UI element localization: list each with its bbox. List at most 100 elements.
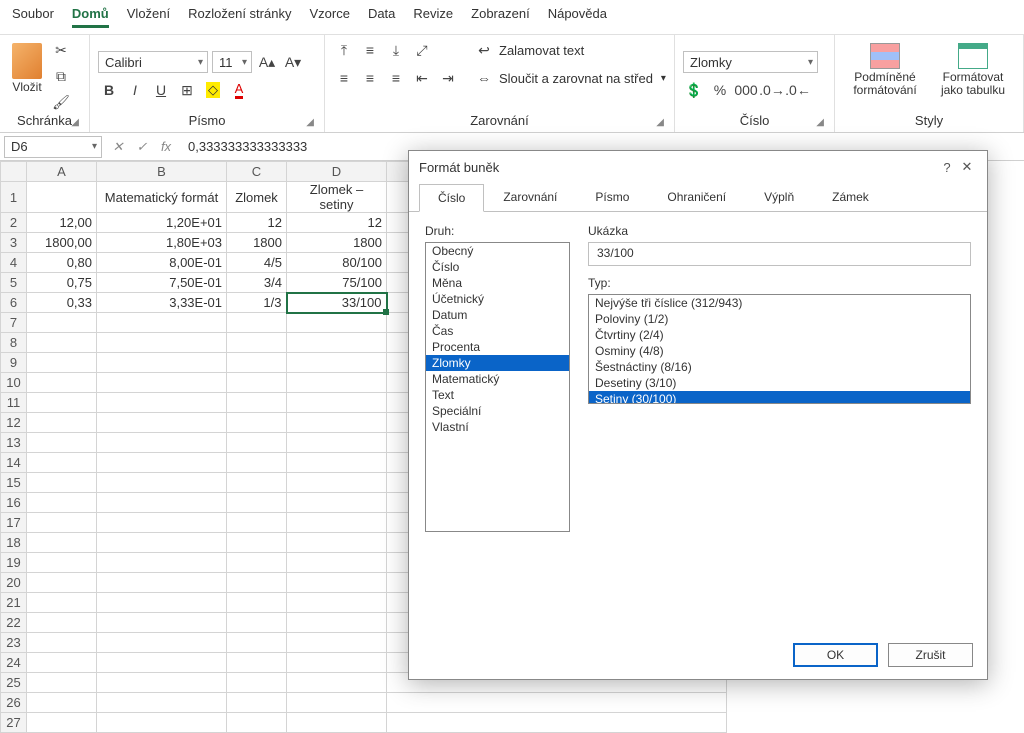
menu-revize[interactable]: Revize: [413, 6, 453, 28]
decrease-indent-button[interactable]: ⇤: [411, 67, 433, 89]
menu-domů[interactable]: Domů: [72, 6, 109, 28]
cell-B17[interactable]: [97, 513, 227, 533]
row-header-3[interactable]: 3: [1, 233, 27, 253]
cell-A8[interactable]: [27, 333, 97, 353]
align-middle-button[interactable]: ≡: [359, 39, 381, 61]
dialog-tab-1[interactable]: Zarovnání: [484, 183, 576, 211]
row-header-12[interactable]: 12: [1, 413, 27, 433]
category-item-8[interactable]: Matematický: [426, 371, 569, 387]
cell-C22[interactable]: [227, 613, 287, 633]
cut-button[interactable]: ✂: [50, 39, 72, 61]
cell-B5[interactable]: 7,50E-01: [97, 273, 227, 293]
cell-A22[interactable]: [27, 613, 97, 633]
cell-B8[interactable]: [97, 333, 227, 353]
cell-A23[interactable]: [27, 633, 97, 653]
row-header-25[interactable]: 25: [1, 673, 27, 693]
cell-C5[interactable]: 3/4: [227, 273, 287, 293]
menu-rozložení stránky[interactable]: Rozložení stránky: [188, 6, 291, 28]
menu-vložení[interactable]: Vložení: [127, 6, 170, 28]
row-header-8[interactable]: 8: [1, 333, 27, 353]
cell-B27[interactable]: [97, 713, 227, 733]
increase-indent-button[interactable]: ⇥: [437, 67, 459, 89]
dialog-tab-2[interactable]: Písmo: [576, 183, 648, 211]
cell-D11[interactable]: [287, 393, 387, 413]
cell-A4[interactable]: 0,80: [27, 253, 97, 273]
cancel-button[interactable]: Zrušit: [888, 643, 973, 667]
cell-B20[interactable]: [97, 573, 227, 593]
menu-soubor[interactable]: Soubor: [12, 6, 54, 28]
cell-B25[interactable]: [97, 673, 227, 693]
cell-B1[interactable]: Matematický formát: [97, 182, 227, 213]
cell-D21[interactable]: [287, 593, 387, 613]
orientation-button[interactable]: ⤢: [411, 39, 433, 61]
cell-A11[interactable]: [27, 393, 97, 413]
cell-C16[interactable]: [227, 493, 287, 513]
row-header-10[interactable]: 10: [1, 373, 27, 393]
cell-D12[interactable]: [287, 413, 387, 433]
cell-D1[interactable]: Zlomek – setiny: [287, 182, 387, 213]
borders-button[interactable]: ⊞: [176, 79, 198, 101]
type-item-2[interactable]: Čtvrtiny (2/4): [589, 327, 970, 343]
type-item-3[interactable]: Osminy (4/8): [589, 343, 970, 359]
category-item-11[interactable]: Vlastní: [426, 419, 569, 435]
row-header-6[interactable]: 6: [1, 293, 27, 313]
cell-A24[interactable]: [27, 653, 97, 673]
cell-D8[interactable]: [287, 333, 387, 353]
type-item-0[interactable]: Nejvýše tři číslice (312/943): [589, 295, 970, 311]
category-item-3[interactable]: Účetnický: [426, 291, 569, 307]
row-header-20[interactable]: 20: [1, 573, 27, 593]
cell-D5[interactable]: 75/100: [287, 273, 387, 293]
cell-A26[interactable]: [27, 693, 97, 713]
category-item-7[interactable]: Zlomky: [426, 355, 569, 371]
cell-C7[interactable]: [227, 313, 287, 333]
cell-C11[interactable]: [227, 393, 287, 413]
cell-B23[interactable]: [97, 633, 227, 653]
row-header-14[interactable]: 14: [1, 453, 27, 473]
help-button[interactable]: ?: [937, 160, 957, 175]
cell-D23[interactable]: [287, 633, 387, 653]
cancel-formula-icon[interactable]: ✕: [106, 139, 130, 155]
increase-font-icon[interactable]: A▴: [256, 51, 278, 73]
cell-C13[interactable]: [227, 433, 287, 453]
cell-D26[interactable]: [287, 693, 387, 713]
row-header-24[interactable]: 24: [1, 653, 27, 673]
category-listbox[interactable]: ObecnýČísloMěnaÚčetnickýDatumČasProcenta…: [425, 242, 570, 532]
row-header-7[interactable]: 7: [1, 313, 27, 333]
cell-C2[interactable]: 12: [227, 213, 287, 233]
fx-icon[interactable]: fx: [154, 139, 178, 154]
font-size-combo[interactable]: 11: [212, 51, 252, 73]
cell-B13[interactable]: [97, 433, 227, 453]
row-header-2[interactable]: 2: [1, 213, 27, 233]
cell-C18[interactable]: [227, 533, 287, 553]
dialog-tab-5[interactable]: Zámek: [813, 183, 888, 211]
decrease-font-icon[interactable]: A▾: [282, 51, 304, 73]
font-color-button[interactable]: A: [228, 79, 250, 101]
cell-C10[interactable]: [227, 373, 287, 393]
merge-center-button[interactable]: ⇔Sloučit a zarovnat na střed▾: [473, 67, 666, 89]
category-item-1[interactable]: Číslo: [426, 259, 569, 275]
cell-B21[interactable]: [97, 593, 227, 613]
cell-C1[interactable]: Zlomek: [227, 182, 287, 213]
row-header-17[interactable]: 17: [1, 513, 27, 533]
row-header-22[interactable]: 22: [1, 613, 27, 633]
cell-A14[interactable]: [27, 453, 97, 473]
italic-button[interactable]: I: [124, 79, 146, 101]
cell-B15[interactable]: [97, 473, 227, 493]
cell-D16[interactable]: [287, 493, 387, 513]
cell-A10[interactable]: [27, 373, 97, 393]
cell-B10[interactable]: [97, 373, 227, 393]
cell-C27[interactable]: [227, 713, 287, 733]
percent-button[interactable]: %: [709, 79, 731, 101]
cell-A12[interactable]: [27, 413, 97, 433]
cell-A15[interactable]: [27, 473, 97, 493]
cell-C4[interactable]: 4/5: [227, 253, 287, 273]
cell-D10[interactable]: [287, 373, 387, 393]
cell-E26[interactable]: [387, 693, 727, 713]
cell-D27[interactable]: [287, 713, 387, 733]
cell-C24[interactable]: [227, 653, 287, 673]
row-header-11[interactable]: 11: [1, 393, 27, 413]
number-format-combo[interactable]: Zlomky: [683, 51, 818, 73]
cell-B14[interactable]: [97, 453, 227, 473]
menu-vzorce[interactable]: Vzorce: [309, 6, 349, 28]
cell-B26[interactable]: [97, 693, 227, 713]
